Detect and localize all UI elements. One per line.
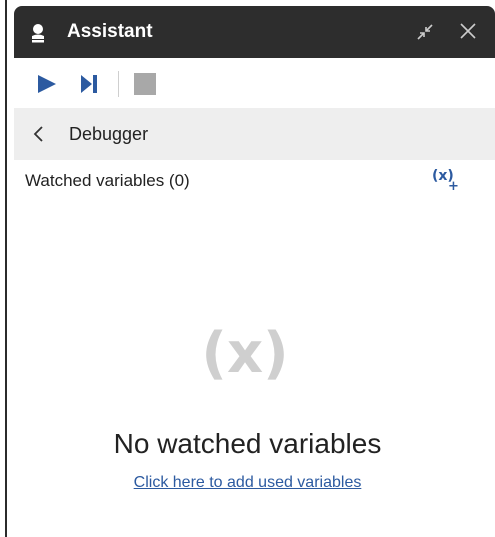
empty-state-title: No watched variables xyxy=(113,428,382,459)
screen: Assistant Debugger Watched variables (0)… xyxy=(0,0,495,537)
stop-icon[interactable] xyxy=(134,73,156,95)
toolbar-divider xyxy=(118,71,119,97)
step-forward-icon[interactable] xyxy=(79,73,99,95)
play-icon[interactable] xyxy=(36,73,58,95)
debugger-title: Debugger xyxy=(69,124,149,144)
debugger-header[interactable]: Debugger xyxy=(14,108,495,160)
add-variable-plus: + xyxy=(448,179,459,194)
titlebar: Assistant xyxy=(14,6,495,58)
watched-variables-label: Watched variables (0) xyxy=(25,171,190,190)
assistant-icon xyxy=(32,24,44,43)
variable-placeholder-icon: (x) xyxy=(201,321,289,386)
shrink-icon[interactable] xyxy=(416,23,434,41)
chevron-left-icon[interactable] xyxy=(32,125,44,143)
add-used-variables-link[interactable]: Click here to add used variables xyxy=(0,473,495,493)
add-variable-icon[interactable]: (x) + xyxy=(432,168,462,194)
panel-title: Assistant xyxy=(67,21,153,42)
debug-toolbar xyxy=(14,58,495,108)
close-icon[interactable] xyxy=(458,21,478,41)
